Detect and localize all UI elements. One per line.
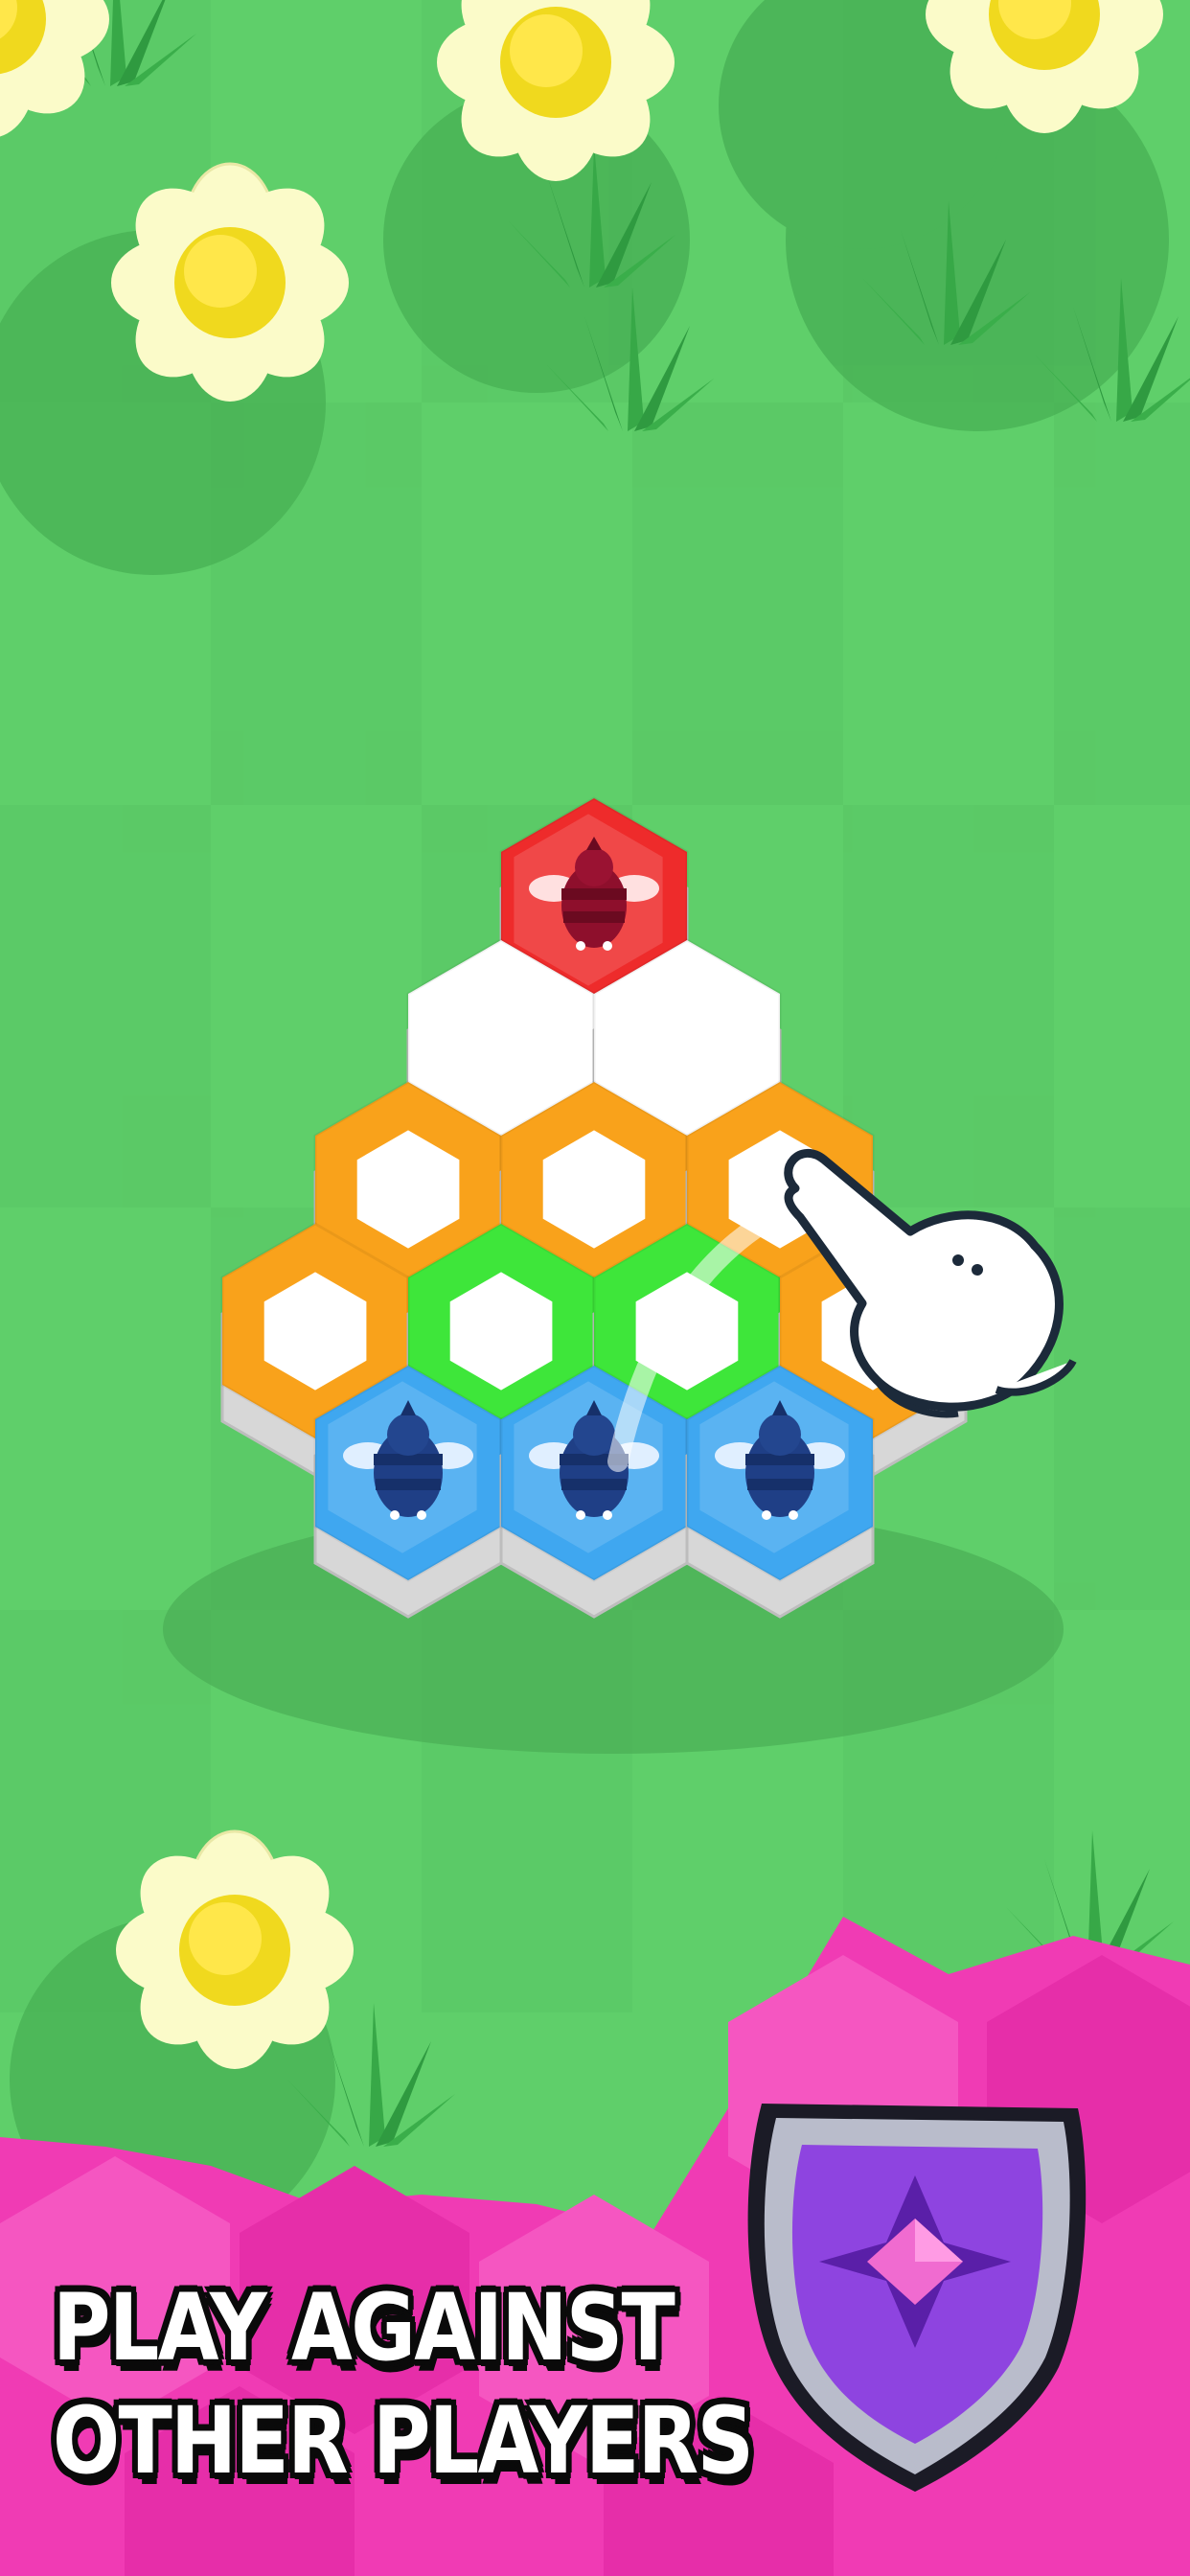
- flower-icon: [114, 1829, 355, 2071]
- hex-tile-blue[interactable]: [685, 1364, 875, 1619]
- promo-caption: PLAY AGAINST OTHER PLAYERS: [53, 2271, 754, 2497]
- game-scene: [0, 0, 1190, 2576]
- game-screen: PLAY AGAINST OTHER PLAYERS: [0, 0, 1190, 2576]
- promo-line-1: PLAY AGAINST: [53, 2274, 675, 2381]
- hex-tile-blue[interactable]: [313, 1364, 503, 1619]
- hex-tile-blue[interactable]: [499, 1364, 689, 1619]
- flower-icon: [109, 162, 351, 403]
- promo-line-2: OTHER PLAYERS: [53, 2387, 754, 2495]
